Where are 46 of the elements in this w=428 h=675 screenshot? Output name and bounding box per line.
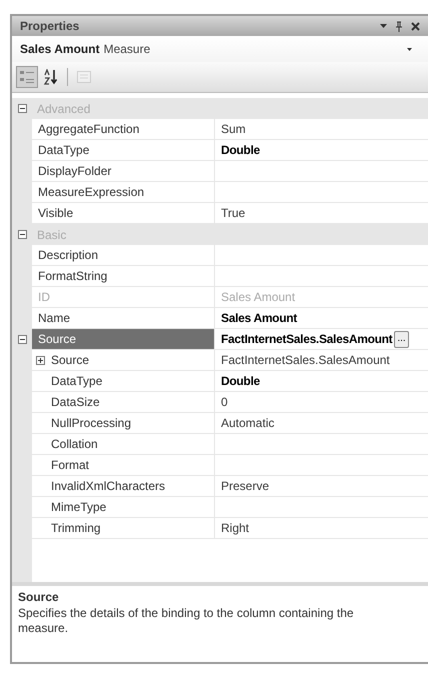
property-name[interactable]: DisplayFolder [32,161,215,182]
dropdown-icon[interactable] [380,24,387,28]
property-name[interactable]: Visible [32,203,215,224]
panel-title: Properties [20,19,80,33]
property-name[interactable]: MeasureExpression [32,182,215,203]
property-pages-icon [76,69,92,85]
property-name[interactable]: Name [32,308,215,329]
property-value[interactable]: FactInternetSales.SalesAmount [221,332,392,346]
property-name[interactable]: FormatString [32,266,215,287]
property-name[interactable]: Source [32,329,215,350]
property-value[interactable]: Preserve [221,479,270,493]
pin-icon[interactable] [395,20,403,32]
collapse-icon[interactable] [18,230,26,239]
property-name[interactable]: DataSize [32,392,215,413]
object-name: Sales Amount [20,42,100,56]
property-value[interactable]: Double [221,374,260,388]
object-type: Measure [104,42,152,56]
dropdown-icon[interactable] [407,48,412,50]
ellipsis-button[interactable]: ... [394,330,409,348]
property-value[interactable]: Right [221,521,250,535]
property-value[interactable]: FactInternetSales.SalesAmount [221,353,390,367]
sort-icon [43,69,59,85]
property-name[interactable]: MimeType [32,497,215,518]
property-name[interactable]: Description [32,245,215,266]
property-name[interactable]: Format [32,455,215,476]
property-value[interactable]: Sales Amount [221,311,297,325]
expand-icon[interactable] [36,356,45,364]
property-name[interactable]: Source [32,350,215,371]
close-icon[interactable] [411,22,420,30]
property-name[interactable]: AggregateFunction [32,119,215,140]
property-value[interactable]: Automatic [221,416,274,430]
property-value[interactable]: 0 [221,395,228,409]
property-value[interactable]: True [221,206,246,220]
property-name[interactable]: DataType [32,140,215,161]
categorized-icon [19,69,35,85]
property-name[interactable]: NullProcessing [32,413,215,434]
description-text: Specifies the details of the binding to the column containing the measure. [18,606,355,636]
property-name[interactable]: DataType [32,371,215,392]
property-value[interactable]: Sum [221,122,246,136]
property-name[interactable]: Trimming [32,518,215,539]
collapse-icon[interactable] [18,334,26,344]
property-name[interactable]: InvalidXmlCharacters [32,476,215,497]
property-value[interactable]: Double [221,143,260,157]
property-name[interactable]: Collation [32,434,215,455]
description-title: Source [18,590,60,604]
collapse-icon[interactable] [18,104,26,113]
